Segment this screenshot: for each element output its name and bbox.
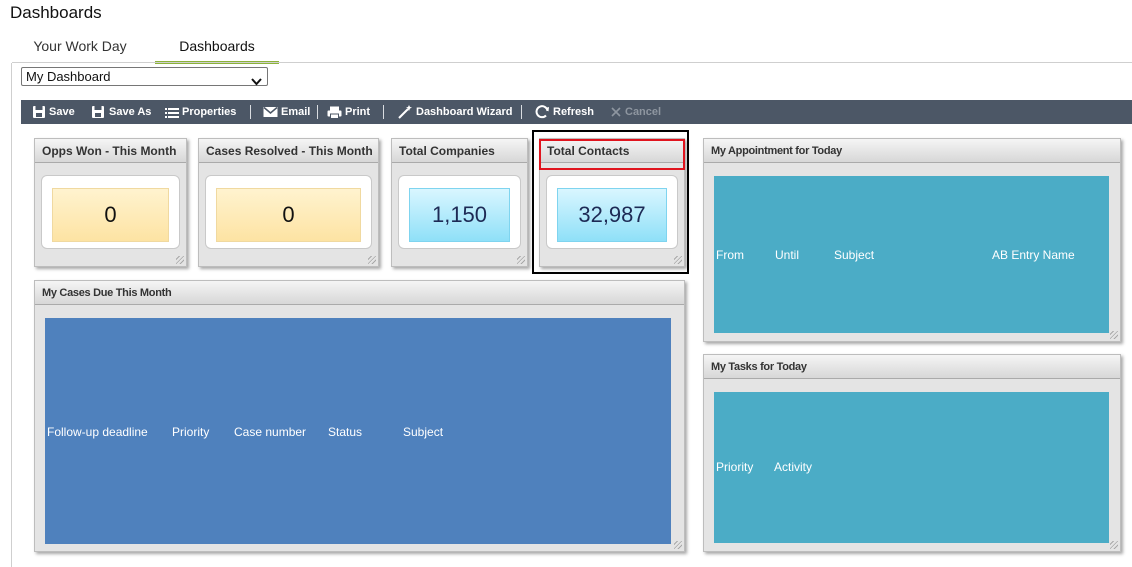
appointments-grid: From Until Subject AB Entry Name [714,176,1109,333]
toolbar-separator [521,105,522,119]
kpi-frame: 0 [41,175,180,249]
email-button[interactable]: Email [263,100,310,124]
dashboard-wizard-button[interactable]: Dashboard Wizard [398,100,512,124]
column-header[interactable]: Case number [234,425,306,439]
envelope-icon [263,107,278,118]
content-left-border [11,63,12,567]
toolbar-separator [383,105,384,119]
gadget-title[interactable]: My Appointment for Today [704,139,1120,163]
resize-handle-icon[interactable] [674,541,682,549]
resize-handle-icon[interactable] [517,256,525,264]
kpi-frame: 1,150 [398,175,521,249]
chevron-down-icon [251,73,262,90]
kpi-frame: 0 [205,175,372,249]
save-as-icon [92,106,104,119]
tasks-grid: Priority Activity [714,392,1109,543]
gadget-title[interactable]: Total Companies [392,139,527,163]
gadget-opps-won[interactable]: Opps Won - This Month 0 [34,138,187,267]
column-header[interactable]: Priority [716,460,753,474]
gadget-cases-resolved[interactable]: Cases Resolved - This Month 0 [198,138,379,267]
highlight-box [539,139,685,170]
save-as-button[interactable]: Save As [91,100,151,124]
gadget-title[interactable]: My Cases Due This Month [35,281,684,305]
tab-your-work-day[interactable]: Your Work Day [12,34,148,64]
printer-icon [327,106,342,119]
column-header[interactable]: Priority [172,425,209,439]
dashboard-select[interactable]: My Dashboard [21,67,268,86]
gadget-my-tasks[interactable]: My Tasks for Today Priority Activity [703,354,1121,552]
column-header[interactable]: AB Entry Name [992,248,1075,262]
cancel-button[interactable]: Cancel [610,100,661,124]
column-header[interactable]: Subject [834,248,874,262]
cases-grid: Follow-up deadline Priority Case number … [45,318,671,544]
dashboard-toolbar: Save Save As Properties Email Print Dash… [21,100,1132,124]
save-button[interactable]: Save [32,100,75,124]
list-icon [165,108,179,119]
tab-dashboards[interactable]: Dashboards [155,34,279,64]
resize-handle-icon[interactable] [368,256,376,264]
close-icon [611,107,621,117]
column-header[interactable]: Activity [774,460,812,474]
gadget-my-appointments[interactable]: My Appointment for Today From Until Subj… [703,138,1121,342]
gadget-title[interactable]: Cases Resolved - This Month [199,139,378,163]
page-title: Dashboards [10,3,102,22]
resize-handle-icon[interactable] [1110,541,1118,549]
gadget-title[interactable]: My Tasks for Today [704,355,1120,379]
magic-wand-icon [398,105,412,119]
column-header[interactable]: From [716,248,744,262]
resize-handle-icon[interactable] [176,256,184,264]
properties-button[interactable]: Properties [165,100,236,124]
kpi-value: 0 [52,188,169,242]
column-header[interactable]: Follow-up deadline [47,425,148,439]
resize-handle-icon[interactable] [1110,331,1118,339]
refresh-button[interactable]: Refresh [535,100,594,124]
toolbar-separator [317,105,318,119]
kpi-value: 0 [216,188,361,242]
kpi-value: 1,150 [409,188,510,242]
save-icon [33,106,45,119]
column-header[interactable]: Status [328,425,362,439]
tab-divider [12,62,1132,63]
print-button[interactable]: Print [327,100,370,124]
column-header[interactable]: Until [775,248,799,262]
gadget-my-cases[interactable]: My Cases Due This Month Follow-up deadli… [34,280,685,552]
toolbar-separator [250,105,251,119]
refresh-icon [535,105,549,119]
gadget-title[interactable]: Opps Won - This Month [35,139,186,163]
gadget-total-companies[interactable]: Total Companies 1,150 [391,138,528,267]
dashboard-select-value: My Dashboard [26,69,111,84]
column-header[interactable]: Subject [403,425,443,439]
